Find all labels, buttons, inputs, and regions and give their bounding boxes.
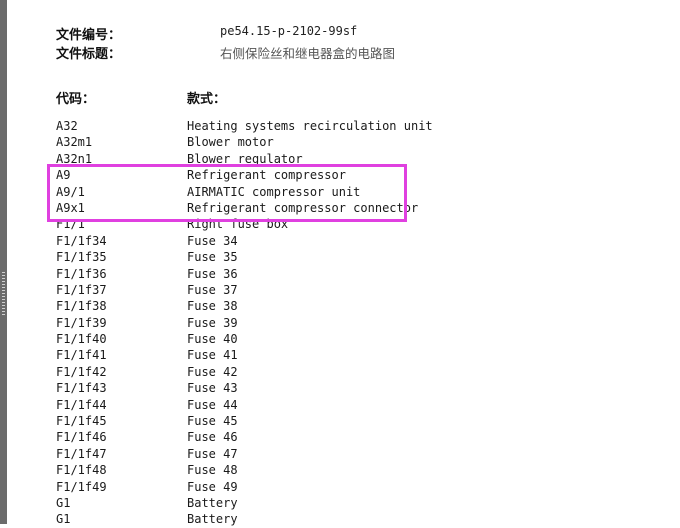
part-code: F1/1f43 (56, 381, 107, 396)
part-code: A9x1 (56, 200, 85, 215)
part-code: F1/1f40 (56, 332, 107, 347)
part-description: Heating systems recirculation unit (187, 119, 433, 133)
part-code: A9/1 (56, 184, 85, 199)
part-code: F1/1f46 (56, 430, 107, 445)
doc-title-label: 文件标题： (56, 47, 122, 62)
part-description: Fuse 35 (187, 250, 238, 265)
part-description: Fuse 45 (187, 414, 238, 429)
viewer-left-gutter (0, 0, 7, 524)
part-code: F1/1f34 (56, 233, 107, 248)
part-description: Fuse 42 (187, 364, 238, 379)
part-code: F1/1f44 (56, 397, 107, 412)
part-description: Fuse 39 (187, 315, 238, 330)
part-code: F1/1 (56, 217, 85, 232)
part-code: F1/1f35 (56, 250, 107, 265)
part-description: Fuse 48 (187, 463, 238, 478)
part-description: Blower regulator (187, 151, 303, 166)
part-description: Battery (187, 512, 238, 527)
part-description: Fuse 36 (187, 266, 238, 281)
doc-number-label: 文件编号： (56, 28, 122, 43)
part-description: Fuse 46 (187, 430, 238, 445)
part-code: A32 (56, 119, 78, 133)
part-description: Right fuse box (187, 217, 289, 232)
part-code: F1/1f41 (56, 348, 107, 363)
part-description: Refrigerant compressor (187, 168, 346, 183)
part-description: Fuse 43 (187, 381, 238, 396)
part-code: A9 (56, 168, 71, 183)
part-description: Fuse 44 (187, 397, 238, 412)
part-description: Refrigerant compressor connector (187, 200, 419, 215)
part-code: F1/1f37 (56, 282, 107, 297)
splitter-grip-icon[interactable] (2, 272, 5, 316)
part-code: F1/1f36 (56, 266, 107, 281)
part-code: A32n1 (56, 151, 93, 166)
style-column-header: 款式： (187, 92, 227, 107)
doc-title-value: 右侧保险丝和继电器盒的电路图 (220, 46, 396, 61)
doc-number-value: pe54.15-p-2102-99sf (220, 24, 358, 38)
part-description: Blower motor (187, 135, 274, 150)
part-description: Fuse 49 (187, 479, 238, 494)
part-code: F1/1f39 (56, 315, 107, 330)
part-code: A32m1 (56, 135, 93, 150)
code-column-header: 代码： (56, 92, 96, 107)
part-code: G1 (56, 512, 71, 527)
part-description: Fuse 40 (187, 332, 238, 347)
part-code: F1/1f45 (56, 414, 107, 429)
part-description: Battery (187, 495, 238, 510)
part-description: Fuse 37 (187, 282, 238, 297)
part-description: Fuse 38 (187, 299, 238, 314)
part-code: F1/1f42 (56, 364, 107, 379)
part-description: Fuse 47 (187, 446, 238, 461)
part-description: Fuse 34 (187, 233, 238, 248)
part-code: F1/1f49 (56, 479, 107, 494)
part-description: AIRMATIC compressor unit (187, 184, 361, 199)
part-code: F1/1f48 (56, 463, 107, 478)
part-description: Fuse 41 (187, 348, 238, 363)
part-code: G1 (56, 495, 71, 510)
part-code: F1/1f47 (56, 446, 107, 461)
part-code: F1/1f38 (56, 299, 107, 314)
